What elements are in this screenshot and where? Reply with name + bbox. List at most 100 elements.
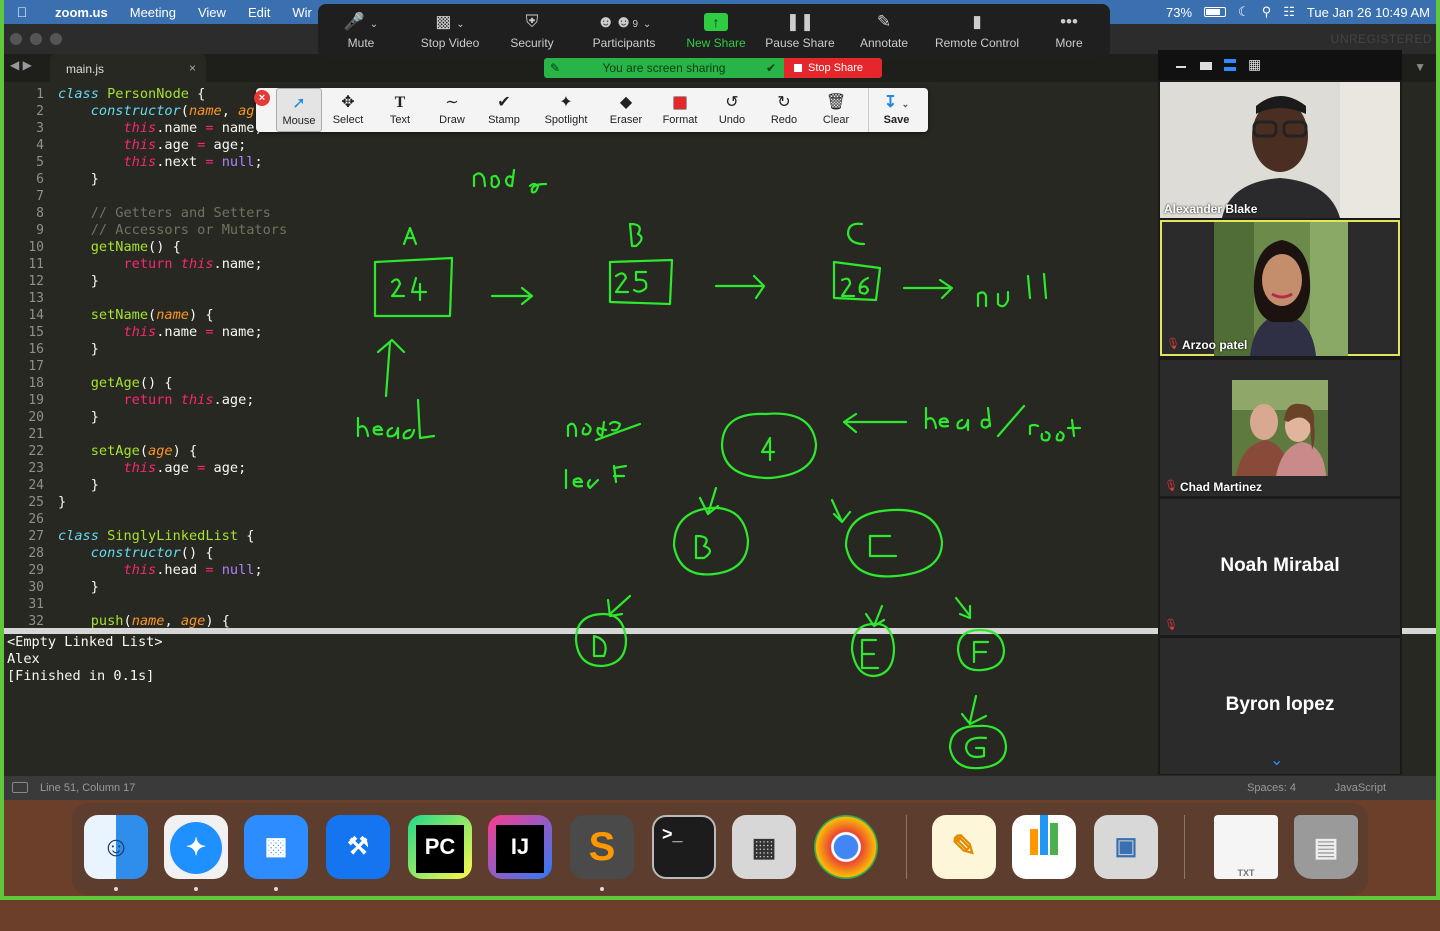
undo-icon: ↺ <box>725 94 739 111</box>
ink-arrow-to-c <box>830 498 852 524</box>
trash-icon: 🗑 <box>825 94 847 111</box>
participant-count: 9 <box>632 19 639 30</box>
ink-node-box-c <box>832 260 882 302</box>
ink-value-24 <box>390 276 428 302</box>
muted-mic-icon: 🎙 <box>1164 480 1178 492</box>
tool-clear[interactable]: 🗑 Clear <box>814 88 858 132</box>
ink-tree-node-b <box>672 506 750 576</box>
security-button[interactable]: ⛨ Security <box>502 4 562 58</box>
ink-arrow-3 <box>902 278 954 300</box>
ink-tree-value-f <box>972 640 990 664</box>
tool-format[interactable]: Format <box>656 88 704 132</box>
tool-text[interactable]: T Text <box>378 88 422 132</box>
stop-share-button[interactable]: Stop Share <box>784 58 882 78</box>
tool-spotlight[interactable]: ✦ Spotlight <box>538 88 594 132</box>
participant-name-large: Noah Mirabal <box>1220 555 1340 576</box>
ink-arrow-to-g <box>960 694 988 726</box>
ink-arrow-1 <box>490 286 534 306</box>
ink-word-head-left <box>356 398 436 440</box>
pin-icon: ✎ <box>550 61 561 75</box>
ink-tree-value-4 <box>760 436 776 462</box>
ink-word-head-root <box>924 404 1082 442</box>
annotate-toolbar: ➚ Mouse ✥ Select T Text ∼ Draw ✔ Stamp ✦… <box>256 88 928 132</box>
scroll-down-chevron-icon[interactable]: ⌄ <box>1270 750 1283 770</box>
ink-tree-node-f <box>956 628 1006 672</box>
new-share-button[interactable]: ↑ New Share <box>680 4 752 58</box>
ink-node-box-b <box>608 258 674 306</box>
minimize-icon[interactable] <box>1176 66 1186 68</box>
video-tile-noah[interactable]: Noah Mirabal 🎙 <box>1160 499 1400 635</box>
redo-icon: ↻ <box>777 94 791 111</box>
video-camera-icon: ▩ ⌄ <box>435 12 465 31</box>
ink-word-node-mid <box>566 420 642 442</box>
gallery-controls: ▦ <box>1158 50 1402 80</box>
tool-undo[interactable]: ↺ Undo <box>710 88 754 132</box>
mouse-icon: ▮ <box>972 12 982 31</box>
tool-redo[interactable]: ↻ Redo <box>762 88 806 132</box>
mute-button[interactable]: 🎤 ⌄ Mute <box>326 4 396 58</box>
tool-stamp[interactable]: ✔ Stamp <box>482 88 526 132</box>
move-icon: ✥ <box>341 94 355 111</box>
ink-value-26 <box>840 276 870 298</box>
cursor-icon: ➚ <box>292 95 306 112</box>
participant-name: Arzoo patel <box>1182 338 1248 352</box>
tool-eraser[interactable]: ◆ Eraser <box>604 88 648 132</box>
more-dots-icon: ••• <box>1060 12 1078 31</box>
gallery-grid-icon[interactable]: ▦ <box>1248 56 1261 73</box>
remote-control-button[interactable]: ▮ Remote Control <box>928 4 1026 58</box>
participant-video-chad <box>1232 380 1328 476</box>
participant-name: Alexander Blake <box>1164 202 1258 216</box>
pause-share-button[interactable]: ❚❚ Pause Share <box>762 4 838 58</box>
participant-video-arzoo <box>1214 222 1348 356</box>
ink-tree-value-e <box>860 638 880 670</box>
red-square-icon <box>656 88 704 114</box>
ink-word-leaf <box>564 464 628 490</box>
eraser-icon: ◆ <box>619 94 633 111</box>
muted-mic-icon: 🎙 <box>1166 338 1180 350</box>
hide-video-icon[interactable] <box>1200 62 1212 70</box>
participant-video-alexander <box>1160 82 1400 218</box>
ink-arrow-to-f <box>954 596 972 620</box>
wand-icon: ✦ <box>559 94 573 111</box>
tool-mouse[interactable]: ➚ Mouse <box>276 88 322 132</box>
ink-letter-c <box>846 222 866 246</box>
muted-mic-icon: 🎙 <box>1164 619 1178 631</box>
tool-draw[interactable]: ∼ Draw <box>430 88 474 132</box>
video-tile-alexander[interactable]: Alexander Blake <box>1160 82 1400 218</box>
participants-button[interactable]: ☻☻9 ⌄ Participants <box>586 4 662 58</box>
ink-tree-value-b <box>694 534 712 560</box>
ink-word-null <box>976 272 1048 308</box>
ink-arrow-to-e <box>864 604 886 628</box>
text-icon: T <box>394 94 406 111</box>
ink-tree-value-d <box>592 634 607 658</box>
ink-value-25 <box>614 270 648 294</box>
ink-letter-a <box>402 226 418 246</box>
speaker-view-icon[interactable] <box>1224 59 1236 71</box>
pause-icon: ❚❚ <box>785 12 815 31</box>
pencil-icon: ✎ <box>876 12 892 31</box>
ink-tree-node-c <box>844 508 944 578</box>
ink-letter-b <box>628 222 643 248</box>
stop-video-button[interactable]: ▩ ⌄ Stop Video <box>410 4 490 58</box>
shield-check-icon: ✔ <box>765 61 776 75</box>
video-tile-arzoo[interactable]: 🎙 Arzoo patel <box>1160 220 1400 356</box>
share-up-arrow-icon: ↑ <box>680 4 752 36</box>
ink-tree-value-c <box>868 534 898 558</box>
ink-arrow-2 <box>714 274 766 300</box>
participant-name-large: Byron lopez <box>1225 694 1335 715</box>
close-annotate-icon[interactable]: × <box>254 90 270 106</box>
check-icon: ✔ <box>497 94 511 111</box>
tool-select[interactable]: ✥ Select <box>326 88 370 132</box>
shield-icon: ⛨ <box>525 12 539 31</box>
annotate-button[interactable]: ✎ Annotate <box>852 4 916 58</box>
save-icon: ↧ ⌄ <box>883 94 910 111</box>
squiggle-icon: ∼ <box>445 94 459 111</box>
more-button[interactable]: ••• More <box>1042 4 1096 58</box>
microphone-icon: 🎤 ⌄ <box>343 12 379 31</box>
zoom-share-toolbar: 🎤 ⌄ Mute ▩ ⌄ Stop Video ⛨ Security ☻☻9 ⌄… <box>318 4 1110 58</box>
video-tile-chad[interactable]: 🎙 Chad Martinez <box>1160 360 1400 496</box>
tool-save[interactable]: ↧ ⌄ Save <box>868 88 924 132</box>
ink-arrow-head-root <box>842 412 908 434</box>
zoom-video-gallery: ▦ Alexander Blake 🎙 Arzoo patel 🎙 Chad M… <box>1158 50 1402 775</box>
participant-name: Chad Martinez <box>1180 480 1263 494</box>
